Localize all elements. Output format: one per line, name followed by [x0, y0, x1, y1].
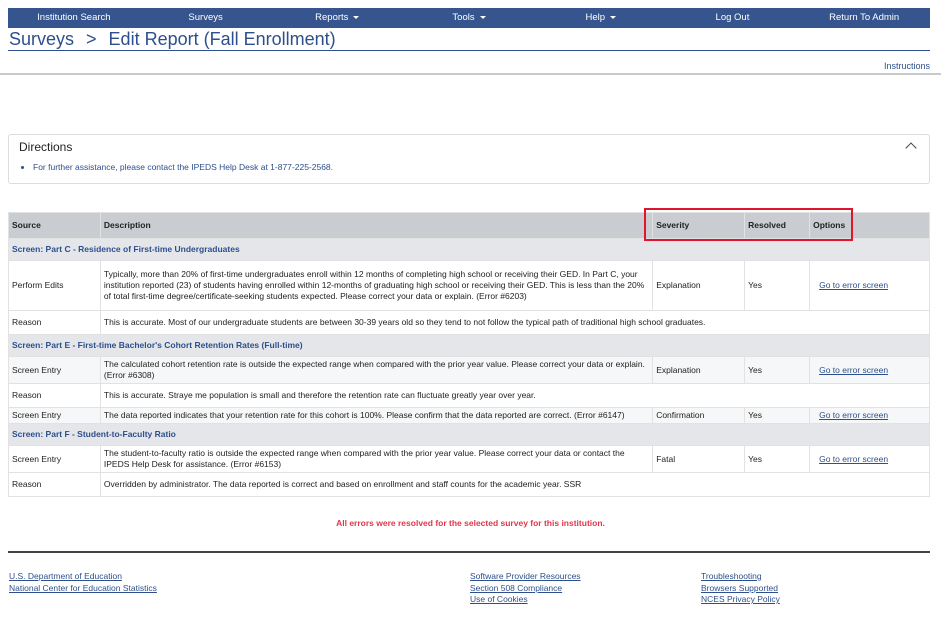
footer-link-use-of-cookies[interactable]: Use of Cookies: [470, 594, 581, 606]
go-to-error-screen-link[interactable]: Go to error screen: [819, 365, 888, 375]
directions-panel: Directions For further assistance, pleas…: [8, 134, 930, 184]
resolved-cell: Yes: [744, 407, 811, 424]
footer-link-software-provider-resources[interactable]: Software Provider Resources: [470, 571, 581, 583]
source-cell: Screen Entry: [8, 445, 101, 473]
source-cell: Screen Entry: [8, 356, 101, 384]
footer-col-2: Software Provider Resources Section 508 C…: [470, 571, 581, 606]
options-cell: Go to error screen: [809, 445, 930, 473]
nav-label: Surveys: [188, 12, 223, 23]
section-title: Screen: Part C - Residence of First-time…: [8, 238, 930, 261]
section-row: Screen: Part F - Student-to-Faculty Rati…: [8, 423, 930, 446]
nav-log-out[interactable]: Log Out: [667, 8, 799, 28]
header-source: Source: [8, 212, 101, 239]
divider: [8, 50, 930, 51]
severity-cell: Explanation: [652, 356, 746, 384]
footer-link-nces-privacy-policy[interactable]: NCES Privacy Policy: [701, 594, 780, 606]
footer-link-u-s-department-of-education[interactable]: U.S. Department of Education: [9, 571, 157, 583]
footer-col-1: U.S. Department of Education National Cen…: [9, 571, 157, 594]
reason-cell: This is accurate. Most of our undergradu…: [99, 310, 931, 335]
breadcrumb: Surveys > Edit Report (Fall Enrollment): [9, 29, 336, 50]
breadcrumb-surveys[interactable]: Surveys: [9, 29, 74, 49]
footer-link-troubleshooting[interactable]: Troubleshooting: [701, 571, 780, 583]
divider: [0, 73, 941, 75]
reason-row: Reason Overridden by administrator. The d…: [8, 472, 931, 497]
source-cell: Reason: [8, 383, 101, 408]
nav-label: Institution Search: [37, 12, 111, 23]
options-cell: Go to error screen: [809, 356, 930, 384]
severity-cell: Confirmation: [652, 407, 746, 424]
reason-row: Reason This is accurate. Straye me popula…: [8, 383, 931, 408]
go-to-error-screen-link[interactable]: Go to error screen: [819, 410, 888, 420]
nav-help[interactable]: Help: [535, 8, 667, 28]
description-cell: The data reported indicates that your re…: [99, 407, 654, 424]
edit-row: Perform Edits Typically, more than 20% of…: [8, 260, 930, 311]
description-cell: The student-to-faculty ratio is outside …: [99, 445, 654, 473]
reason-cell: This is accurate. Straye me population i…: [99, 383, 931, 408]
directions-item: For further assistance, please contact t…: [33, 162, 333, 172]
highlight-box: [644, 208, 853, 241]
resolved-cell: Yes: [744, 356, 811, 384]
footer-link-section-508-compliance[interactable]: Section 508 Compliance: [470, 583, 581, 595]
status-message: All errors were resolved for the selecte…: [336, 518, 605, 528]
edit-row: Screen Entry The student-to-faculty ratio…: [8, 445, 930, 473]
nav-institution-search[interactable]: Institution Search: [8, 8, 140, 28]
nav-label: Tools: [452, 12, 475, 23]
edit-row: Screen Entry The data reported indicates …: [8, 407, 930, 424]
caret-down-icon: [610, 15, 616, 19]
description-cell: The calculated cohort retention rate is …: [99, 356, 654, 384]
source-cell: Reason: [8, 472, 101, 497]
instructions-link[interactable]: Instructions: [884, 61, 930, 71]
footer-link-browsers-supported[interactable]: Browsers Supported: [701, 583, 780, 595]
reason-cell: Overridden by administrator. The data re…: [99, 472, 931, 497]
nav-reports[interactable]: Reports: [271, 8, 403, 28]
footer-col-3: Troubleshooting Browsers Supported NCES Pr…: [701, 571, 780, 606]
go-to-error-screen-link[interactable]: Go to error screen: [819, 280, 888, 290]
go-to-error-screen-link[interactable]: Go to error screen: [819, 454, 888, 464]
severity-cell: Explanation: [652, 260, 746, 311]
directions-title: Directions: [19, 140, 73, 154]
breadcrumb-separator: >: [86, 29, 97, 49]
reason-row: Reason This is accurate. Most of our unde…: [8, 310, 931, 335]
options-cell: Go to error screen: [809, 407, 930, 424]
nav-surveys[interactable]: Surveys: [140, 8, 272, 28]
top-nav: Institution Search Surveys Reports Tools Hel…: [8, 8, 930, 28]
source-cell: Reason: [8, 310, 101, 335]
source-cell: Screen Entry: [8, 407, 101, 424]
source-cell: Perform Edits: [8, 260, 101, 311]
edits-table: Source Description Severity Resolved Options…: [8, 212, 931, 497]
resolved-cell: Yes: [744, 445, 811, 473]
nav-tools[interactable]: Tools: [403, 8, 535, 28]
severity-cell: Fatal: [652, 445, 746, 473]
description-cell: Typically, more than 20% of first-time u…: [99, 260, 654, 311]
section-row: Screen: Part C - Residence of First-time…: [8, 238, 930, 261]
caret-down-icon: [353, 15, 360, 19]
edit-row: Screen Entry The calculated cohort retent…: [8, 356, 930, 384]
section-title: Screen: Part E - First-time Bachelor's C…: [8, 334, 930, 357]
resolved-cell: Yes: [744, 260, 811, 311]
nav-label: Return To Admin: [829, 12, 900, 23]
chevron-up-icon[interactable]: [905, 142, 917, 154]
section-title: Screen: Part F - Student-to-Faculty Rati…: [8, 423, 930, 446]
options-cell: Go to error screen: [809, 260, 930, 311]
nav-label: Help: [585, 12, 605, 23]
page-title: Edit Report (Fall Enrollment): [108, 29, 336, 49]
header-description: Description: [99, 212, 654, 239]
footer-link-national-center-for-education-statistics[interactable]: National Center for Education Statistics: [9, 583, 157, 595]
footer-divider: [8, 551, 930, 553]
nav-return-to-admin[interactable]: Return To Admin: [798, 8, 930, 28]
nav-label: Reports: [315, 12, 349, 23]
section-row: Screen: Part E - First-time Bachelor's C…: [8, 334, 930, 357]
caret-down-icon: [479, 15, 486, 19]
nav-label: Log Out: [715, 12, 750, 23]
